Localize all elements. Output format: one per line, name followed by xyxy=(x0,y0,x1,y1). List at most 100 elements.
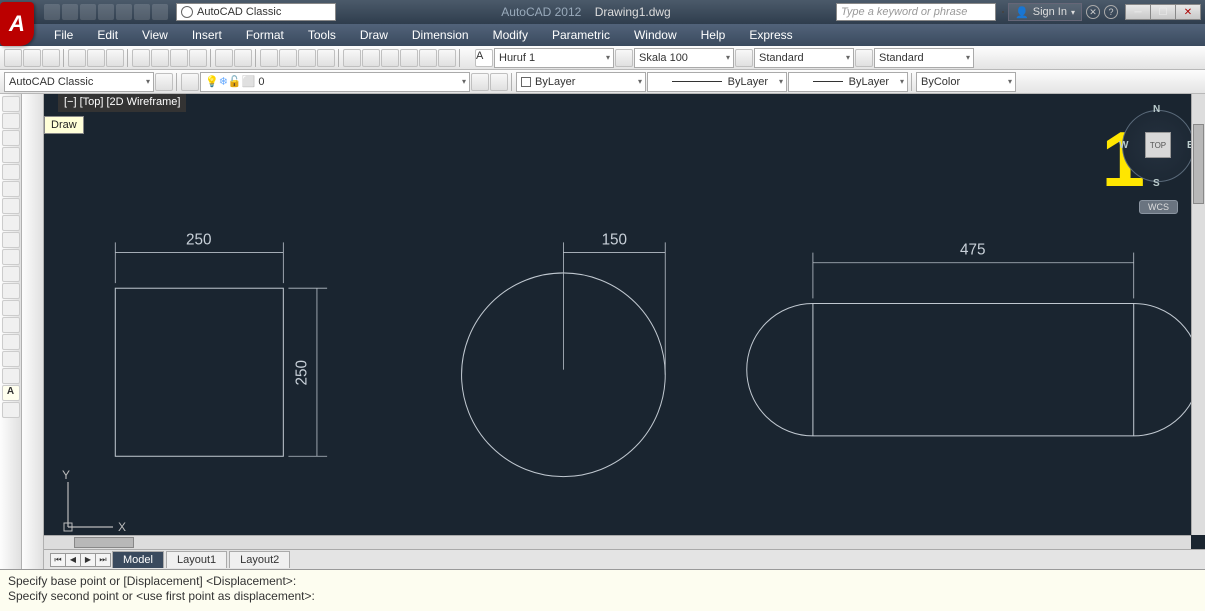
region-icon[interactable] xyxy=(2,351,20,367)
tb-zoom-icon[interactable] xyxy=(279,49,297,67)
dimstyle-drop[interactable]: Skala 100 xyxy=(634,48,734,68)
tb-open-icon[interactable] xyxy=(23,49,41,67)
menu-modify[interactable]: Modify xyxy=(481,28,540,42)
menu-format[interactable]: Format xyxy=(234,28,296,42)
layermatch-icon[interactable] xyxy=(471,73,489,91)
ellipse-icon[interactable] xyxy=(2,232,20,248)
tablestyle-drop[interactable]: Standard xyxy=(754,48,854,68)
tb-tp-icon[interactable] xyxy=(381,49,399,67)
tabnav-prev-icon[interactable]: ◀ xyxy=(65,553,81,567)
tabnav-last-icon[interactable]: ⏭ xyxy=(95,553,111,567)
mtext-icon[interactable]: A xyxy=(2,385,20,401)
tb-ssm-icon[interactable] xyxy=(400,49,418,67)
menu-dimension[interactable]: Dimension xyxy=(400,28,481,42)
save-icon[interactable] xyxy=(80,4,96,20)
tb-save-icon[interactable] xyxy=(42,49,60,67)
tab-layout1[interactable]: Layout1 xyxy=(166,551,227,568)
open-icon[interactable] xyxy=(62,4,78,20)
table-icon[interactable] xyxy=(2,368,20,384)
infocenter-icon[interactable] xyxy=(1002,11,1004,13)
plotstyle-drop[interactable]: ByColor xyxy=(916,72,1016,92)
redo-icon[interactable] xyxy=(152,4,168,20)
menu-window[interactable]: Window xyxy=(622,28,689,42)
menu-view[interactable]: View xyxy=(130,28,180,42)
workspace-drop[interactable]: AutoCAD Classic xyxy=(4,72,154,92)
minimize-button[interactable]: ─ xyxy=(1125,4,1151,20)
help-icon[interactable]: ? xyxy=(1104,5,1118,19)
tb-zoomwin-icon[interactable] xyxy=(298,49,316,67)
layerprev-icon[interactable] xyxy=(490,73,508,91)
close-button[interactable]: ✕ xyxy=(1175,4,1201,20)
point-icon[interactable] xyxy=(2,300,20,316)
tb-copy-icon[interactable] xyxy=(151,49,169,67)
gradient-icon[interactable] xyxy=(2,334,20,350)
tb-match-icon[interactable] xyxy=(189,49,207,67)
tb-redo-icon[interactable] xyxy=(234,49,252,67)
textstyle-drop[interactable]: Huruf 1 xyxy=(494,48,614,68)
horizontal-scrollbar[interactable] xyxy=(44,535,1191,549)
workspace-selector[interactable]: AutoCAD Classic xyxy=(176,3,336,21)
tb-paste-icon[interactable] xyxy=(170,49,188,67)
tabnav-next-icon[interactable]: ▶ xyxy=(80,553,96,567)
polygon-icon[interactable] xyxy=(2,130,20,146)
tab-layout2[interactable]: Layout2 xyxy=(229,551,290,568)
hatch-icon[interactable] xyxy=(2,317,20,333)
tab-model[interactable]: Model xyxy=(112,551,164,568)
exchange-icon[interactable]: ✕ xyxy=(1086,5,1100,19)
menu-file[interactable]: File xyxy=(42,28,85,42)
pline-icon[interactable] xyxy=(2,113,20,129)
print-icon[interactable] xyxy=(116,4,132,20)
saveas-icon[interactable] xyxy=(98,4,114,20)
tb-zoomprev-icon[interactable] xyxy=(317,49,335,67)
ellipsearc-icon[interactable] xyxy=(2,249,20,265)
viewcube-top[interactable]: TOP xyxy=(1145,132,1171,158)
textstyle-icon[interactable]: A xyxy=(475,49,493,67)
dimstyle-icon[interactable] xyxy=(615,49,633,67)
search-input[interactable]: Type a keyword or phrase xyxy=(836,3,996,21)
block-icon[interactable] xyxy=(2,283,20,299)
tb-pan-icon[interactable] xyxy=(260,49,278,67)
tb-new-icon[interactable] xyxy=(4,49,22,67)
tabnav-first-icon[interactable]: ⏮ xyxy=(50,553,66,567)
menu-help[interactable]: Help xyxy=(689,28,738,42)
vc-w[interactable]: W xyxy=(1119,140,1128,151)
wcs-badge[interactable]: WCS xyxy=(1139,200,1178,214)
vertical-scrollbar[interactable] xyxy=(1191,94,1205,535)
line-icon[interactable] xyxy=(2,96,20,112)
vc-s[interactable]: S xyxy=(1153,178,1160,189)
tb-qcalc-icon[interactable] xyxy=(438,49,456,67)
circle-icon[interactable] xyxy=(2,181,20,197)
vc-n[interactable]: N xyxy=(1153,104,1160,115)
viewcube[interactable]: TOP N S E W WCS xyxy=(1121,104,1195,214)
tb-plot-icon[interactable] xyxy=(68,49,86,67)
menu-parametric[interactable]: Parametric xyxy=(540,28,622,42)
tb-props-icon[interactable] xyxy=(343,49,361,67)
tb-undo-icon[interactable] xyxy=(215,49,233,67)
linetype-drop[interactable]: ByLayer xyxy=(647,72,787,92)
color-drop[interactable]: ByLayer xyxy=(516,72,646,92)
menu-express[interactable]: Express xyxy=(737,28,804,42)
layer-drop[interactable]: 💡❄🔓⬜ 0 xyxy=(200,72,470,92)
lineweight-drop[interactable]: ByLayer xyxy=(788,72,908,92)
signin-button[interactable]: 👤 Sign In ▾ xyxy=(1008,3,1082,21)
menu-insert[interactable]: Insert xyxy=(180,28,234,42)
command-line[interactable]: Specify base point or [Displacement] <Di… xyxy=(0,569,1205,611)
mleaderstyle-icon[interactable] xyxy=(855,49,873,67)
layerprops-icon[interactable] xyxy=(181,73,199,91)
new-icon[interactable] xyxy=(44,4,60,20)
insert-icon[interactable] xyxy=(2,266,20,282)
undo-icon[interactable] xyxy=(134,4,150,20)
autocad-logo[interactable]: A xyxy=(0,2,34,46)
revcloud-icon[interactable] xyxy=(2,198,20,214)
menu-draw[interactable]: Draw xyxy=(348,28,400,42)
maximize-button[interactable]: ☐ xyxy=(1150,4,1176,20)
tb-markup-icon[interactable] xyxy=(419,49,437,67)
tb-preview-icon[interactable] xyxy=(87,49,105,67)
addsel-icon[interactable] xyxy=(2,402,20,418)
drawing-canvas[interactable]: [−] [Top] [2D Wireframe] Draw 1 250 250 … xyxy=(44,94,1205,569)
arc-icon[interactable] xyxy=(2,164,20,180)
rectangle-icon[interactable] xyxy=(2,147,20,163)
menu-tools[interactable]: Tools xyxy=(296,28,348,42)
spline-icon[interactable] xyxy=(2,215,20,231)
tb-dc-icon[interactable] xyxy=(362,49,380,67)
